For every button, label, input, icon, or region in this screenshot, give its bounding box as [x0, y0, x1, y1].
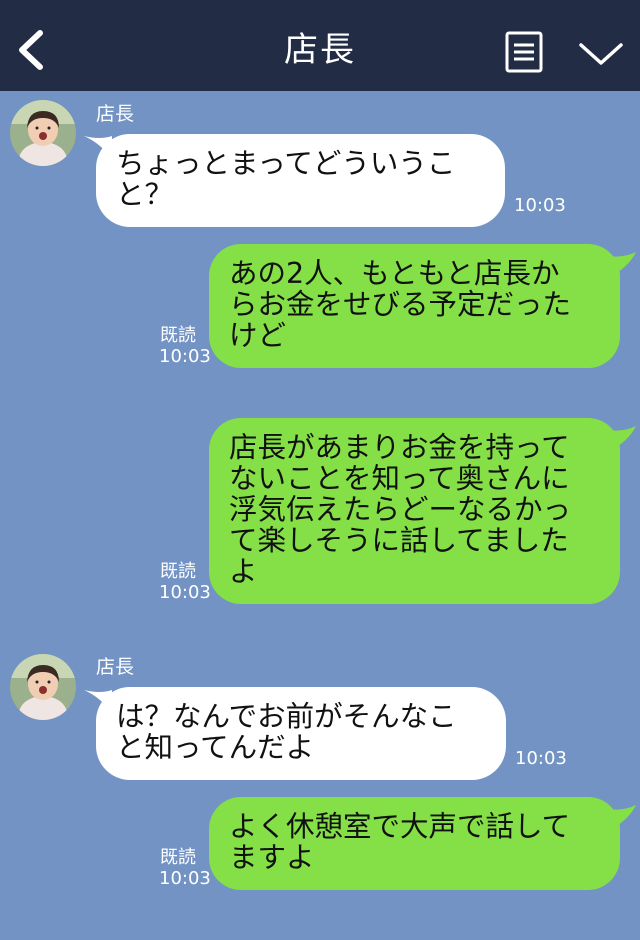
- bubble-tail: [598, 252, 636, 278]
- read-status: 既読: [160, 325, 196, 346]
- avatar[interactable]: [10, 100, 76, 166]
- read-status: 既読: [160, 847, 196, 868]
- message-bubble[interactable]: あの2人、もともと店長か らお金をせびる予定だった けど: [209, 244, 620, 368]
- read-status: 既読: [160, 561, 196, 582]
- child-photo-icon: [10, 654, 76, 720]
- message-bubble[interactable]: ちょっとまってどういうこ と？: [96, 134, 505, 227]
- sender-name: 店長: [96, 103, 135, 125]
- message-time: 10:03: [515, 748, 567, 769]
- message-bubble[interactable]: 店長があまりお金を持って ないことを知って奥さんに 浮気伝えたらどーなるかっ て…: [209, 418, 620, 604]
- chat-header: 店長: [0, 0, 640, 91]
- chevron-down-icon[interactable]: [578, 40, 624, 68]
- note-list-icon[interactable]: [505, 31, 543, 73]
- message-time: 10:03: [514, 195, 566, 216]
- chat-title: 店長: [284, 30, 356, 70]
- bubble-tail: [598, 426, 636, 452]
- message-time: 10:03: [159, 868, 211, 889]
- child-photo-icon: [10, 100, 76, 166]
- sender-name: 店長: [96, 656, 135, 678]
- avatar[interactable]: [10, 654, 76, 720]
- message-bubble[interactable]: は？なんでお前がそんなこ と知ってんだよ: [96, 687, 506, 780]
- message-bubble[interactable]: よく休憩室で大声で話して ますよ: [209, 797, 620, 890]
- bubble-tail: [598, 805, 636, 831]
- message-time: 10:03: [159, 346, 211, 367]
- message-time: 10:03: [159, 582, 211, 603]
